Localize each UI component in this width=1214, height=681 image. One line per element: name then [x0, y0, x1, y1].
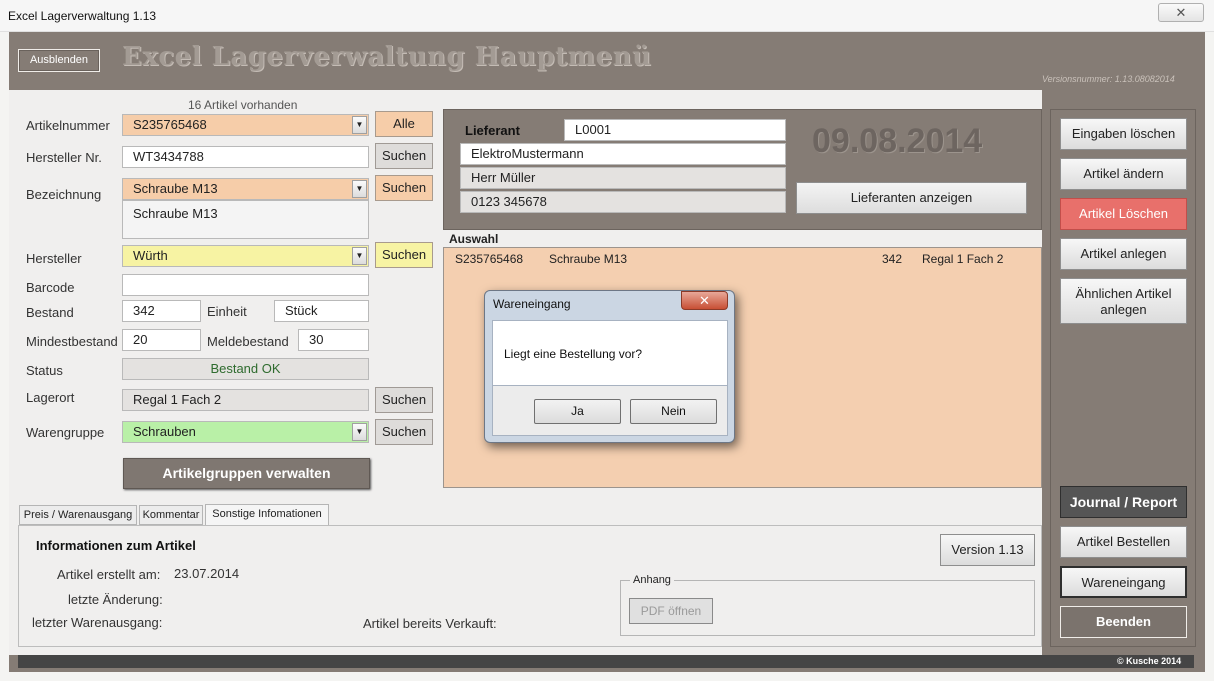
chevron-down-icon[interactable]: ▼ — [352, 247, 367, 265]
tab-comment[interactable]: Kommentar — [139, 505, 203, 525]
all-button[interactable]: Alle — [375, 111, 433, 137]
window-title: Excel Lagerverwaltung 1.13 — [8, 9, 157, 23]
selection-row-stock[interactable]: 342 — [882, 252, 902, 266]
selection-label: Auswahl — [449, 232, 499, 246]
article-number-value: S235765468 — [133, 117, 207, 132]
manufacturer-select[interactable]: Würth ▼ — [122, 245, 369, 267]
search-description-button[interactable]: Suchen — [375, 175, 433, 201]
current-date: 09.08.2014 — [812, 122, 983, 160]
app-title: Excel Lagerverwaltung Hauptmenü — [122, 42, 652, 72]
version-button[interactable]: Version 1.13 — [940, 534, 1035, 566]
supplier-name-field[interactable]: ElektroMustermann — [460, 143, 786, 165]
selection-row-location[interactable]: Regal 1 Fach 2 — [922, 252, 1003, 266]
stock-label: Bestand — [26, 305, 74, 320]
chevron-down-icon[interactable]: ▼ — [352, 423, 367, 441]
manufacturer-no-input[interactable]: WT3434788 — [122, 146, 369, 168]
search-manufacturer-button[interactable]: Suchen — [375, 242, 433, 268]
barcode-label: Barcode — [26, 280, 75, 295]
manufacturer-label: Hersteller — [26, 251, 82, 266]
version-number: Versionsnummer: 1.13.08082014 — [1042, 74, 1175, 84]
search-manufacturer-no-button[interactable]: Suchen — [375, 143, 433, 169]
description-textarea[interactable]: Schraube M13 — [122, 200, 369, 239]
already-sold-label: Artikel bereits Verkauft: — [363, 616, 497, 631]
stock-input[interactable]: 342 — [122, 300, 201, 322]
description-select[interactable]: Schraube M13 ▼ — [122, 178, 369, 200]
manufacturer-value: Würth — [133, 248, 168, 263]
footer-bar — [18, 655, 1194, 668]
reorder-stock-label: Meldebestand — [207, 334, 289, 349]
create-article-button[interactable]: Artikel anlegen — [1060, 238, 1187, 270]
info-title: Informationen zum Artikel — [36, 538, 196, 553]
last-goods-out-label: letzter Warenausgang: — [32, 615, 163, 630]
supplier-contact-field[interactable]: Herr Müller — [460, 167, 786, 189]
window-close-button[interactable]: ✕ — [1158, 3, 1204, 22]
location-input[interactable]: Regal 1 Fach 2 — [122, 389, 369, 411]
chevron-down-icon[interactable]: ▼ — [352, 116, 367, 134]
barcode-input[interactable] — [122, 274, 369, 296]
goods-in-button[interactable]: Wareneingang — [1060, 566, 1187, 598]
quit-button[interactable]: Beenden — [1060, 606, 1187, 638]
unit-input[interactable]: Stück — [274, 300, 369, 322]
manage-groups-button[interactable]: Artikelgruppen verwalten — [123, 458, 370, 489]
product-group-select[interactable]: Schrauben ▼ — [122, 421, 369, 443]
order-article-button[interactable]: Artikel Bestellen — [1060, 526, 1187, 558]
selection-row-number[interactable]: S235765468 — [455, 252, 523, 266]
created-value: 23.07.2014 — [174, 566, 240, 581]
create-similar-article-button[interactable]: Ähnlichen Artikel anlegen — [1060, 278, 1187, 324]
show-suppliers-button[interactable]: Lieferanten anzeigen — [796, 182, 1027, 214]
edit-article-button[interactable]: Artikel ändern — [1060, 158, 1187, 190]
dialog-message: Liegt eine Bestellung vor? — [504, 347, 643, 361]
selection-row-name[interactable]: Schraube M13 — [549, 252, 627, 266]
status-value: Bestand OK — [122, 358, 369, 380]
clear-inputs-button[interactable]: Eingaben löschen — [1060, 118, 1187, 150]
manufacturer-no-label: Hersteller Nr. — [26, 150, 102, 165]
created-label: Artikel erstellt am: — [57, 567, 161, 582]
min-stock-label: Mindestbestand — [26, 334, 118, 349]
description-label: Bezeichnung — [26, 187, 102, 202]
status-label: Status — [26, 363, 63, 378]
reorder-stock-input[interactable]: 30 — [298, 329, 369, 351]
search-location-button[interactable]: Suchen — [375, 387, 433, 413]
tab-other-information[interactable]: Sonstige Infomationen — [205, 504, 329, 526]
delete-article-button[interactable]: Artikel Löschen — [1060, 198, 1187, 230]
dialog-title: Wareneingang — [493, 297, 571, 311]
journal-report-button[interactable]: Journal / Report — [1060, 486, 1187, 518]
product-group-label: Warengruppe — [26, 425, 105, 440]
description-value: Schraube M13 — [133, 181, 218, 196]
copyright: © Kusche 2014 — [1117, 656, 1182, 666]
last-change-label: letzte Änderung: — [68, 592, 163, 607]
min-stock-input[interactable]: 20 — [122, 329, 201, 351]
dialog-yes-button[interactable]: Ja — [534, 399, 621, 424]
window-titlebar — [0, 0, 1214, 32]
article-number-select[interactable]: S235765468 ▼ — [122, 114, 369, 136]
supplier-id-field[interactable]: L0001 — [564, 119, 786, 141]
article-number-label: Artikelnummer — [26, 118, 110, 133]
tab-price-goods-out[interactable]: Preis / Warenausgang — [19, 505, 137, 525]
open-pdf-button[interactable]: PDF öffnen — [629, 598, 713, 624]
dialog-close-icon[interactable]: ✕ — [681, 291, 728, 310]
product-group-value: Schrauben — [133, 424, 196, 439]
dialog-no-button[interactable]: Nein — [630, 399, 717, 424]
chevron-down-icon[interactable]: ▼ — [352, 180, 367, 198]
article-count: 16 Artikel vorhanden — [188, 98, 298, 112]
location-label: Lagerort — [26, 390, 75, 405]
unit-label: Einheit — [207, 304, 247, 319]
search-product-group-button[interactable]: Suchen — [375, 419, 433, 445]
supplier-label: Lieferant — [465, 123, 520, 138]
supplier-phone-field[interactable]: 0123 345678 — [460, 191, 786, 213]
attachment-label: Anhang — [630, 574, 674, 586]
hide-button[interactable]: Ausblenden — [18, 49, 100, 72]
